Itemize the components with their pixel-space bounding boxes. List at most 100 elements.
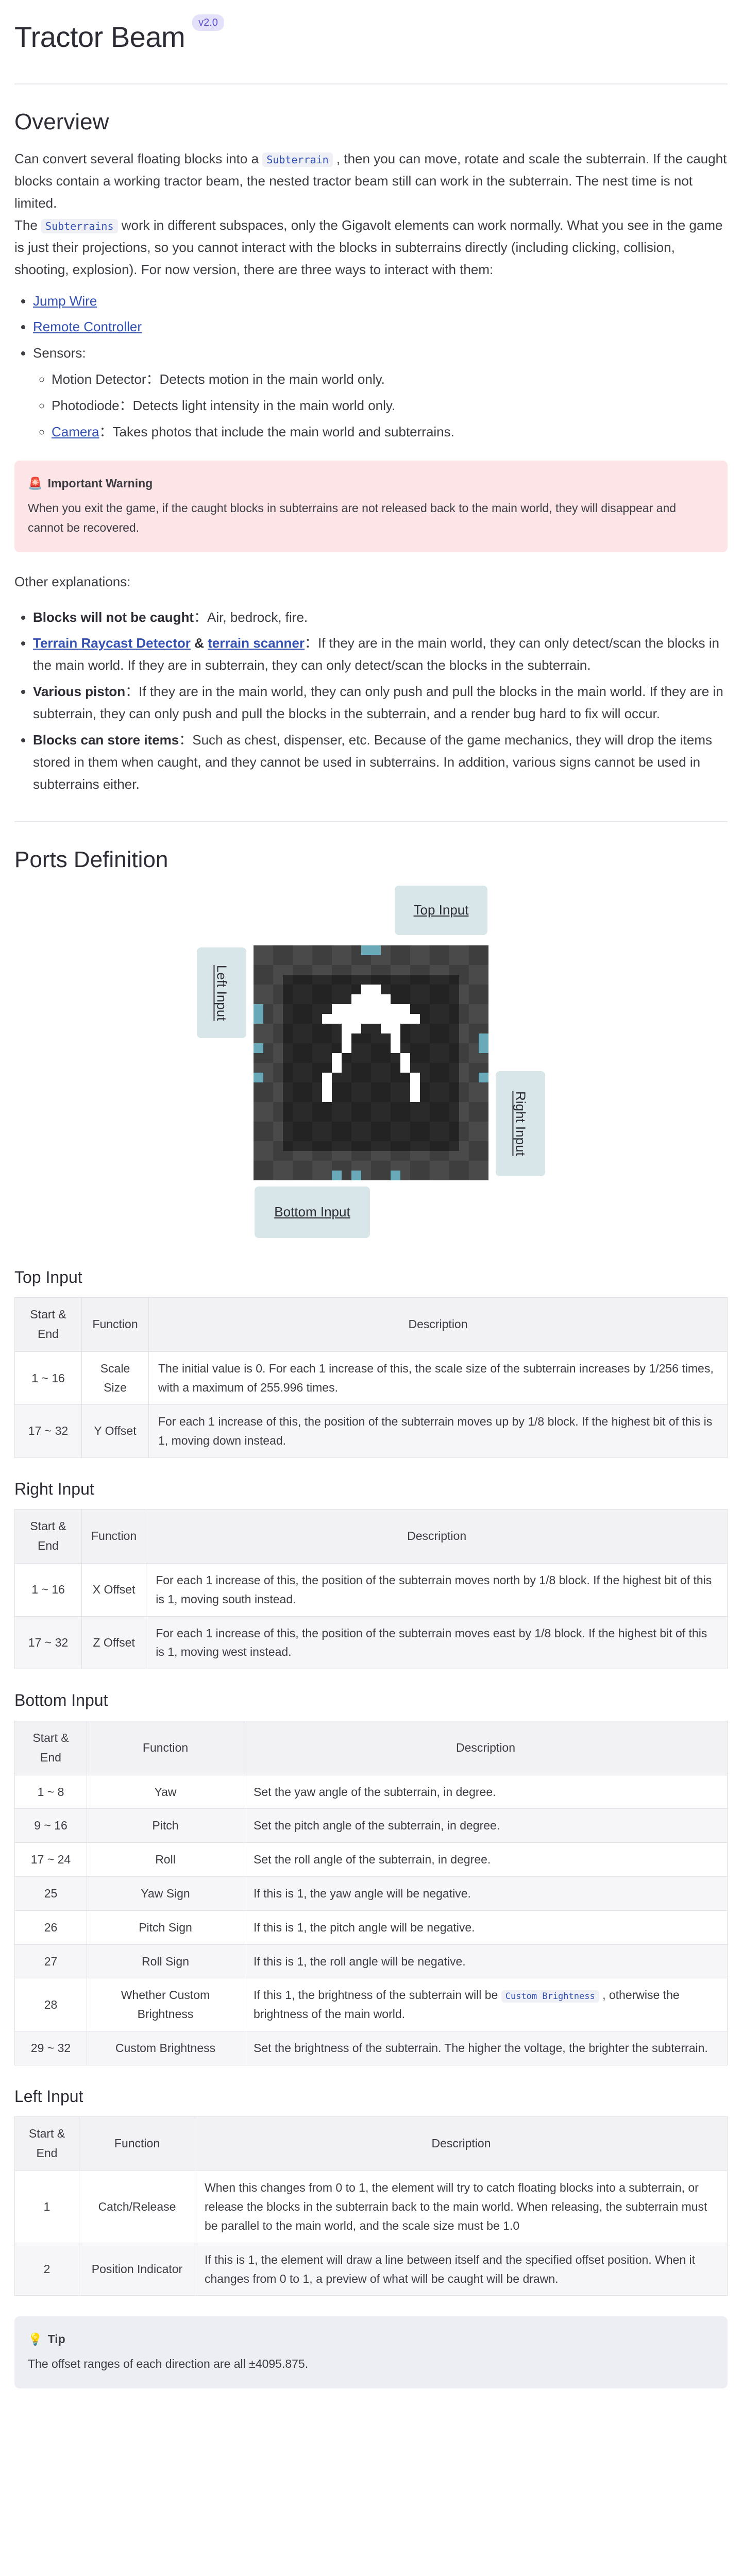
bottom-input-text: Bottom Input	[274, 1204, 350, 1220]
title-row: Tractor Beam v2.0	[14, 0, 728, 61]
table-row: 17 ~ 24 Roll Set the roll angle of the s…	[14, 1842, 728, 1877]
page-title: Tractor Beam	[14, 21, 185, 54]
list-item: Motion Detector：Detects motion in the ma…	[52, 368, 728, 391]
right-input-heading: Right Input	[14, 1479, 94, 1498]
tip-title-text: Tip	[47, 2332, 65, 2346]
ports-diagram: Top Input Left Input Right Input Bottom …	[0, 885, 742, 1257]
version-badge: v2.0	[192, 14, 224, 31]
col-start-end: Start & End	[14, 1297, 82, 1352]
cell-range: 29 ~ 32	[14, 2031, 87, 2065]
cell-description: Set the pitch angle of the subterrain, i…	[244, 1808, 728, 1843]
list-item: Various piston：If they are in the main w…	[33, 681, 728, 725]
cell-function: Position Indicator	[79, 2242, 195, 2296]
cell-description: For each 1 increase of this, the positio…	[148, 1404, 728, 1458]
top-input-heading: Top Input	[14, 1267, 82, 1286]
cell-range: 1 ~ 16	[14, 1563, 82, 1617]
sensor-list: Motion Detector：Detects motion in the ma…	[52, 368, 728, 443]
terrain-scanner-link[interactable]: terrain scanner	[208, 635, 305, 651]
text: The	[14, 217, 38, 233]
table-row: 29 ~ 32 Custom Brightness Set the bright…	[14, 2031, 728, 2065]
col-start-end: Start & End	[14, 1720, 87, 1775]
text: &	[190, 635, 208, 651]
top-input-text: Top Input	[413, 902, 469, 918]
list-item: Remote Controller	[33, 316, 728, 338]
overview-section: Overview Can convert several floating bl…	[14, 107, 728, 795]
cell-description: If this is 1, the roll angle will be neg…	[244, 1944, 728, 1979]
table-row: 1 ~ 16 X Offset For each 1 increase of t…	[14, 1563, 728, 1617]
list-item: Blocks can store items：Such as chest, di…	[33, 729, 728, 795]
tractor-beam-icon	[254, 945, 488, 1180]
table-row: 1 ~ 8 Yaw Set the yaw angle of the subte…	[14, 1774, 728, 1809]
other-heading: Other explanations:	[14, 573, 131, 589]
top-input-label[interactable]: Top Input	[395, 885, 487, 935]
text: ：Takes photos that include the main worl…	[99, 423, 454, 439]
cell-range: 28	[14, 1978, 87, 2032]
tip-title: 💡 Tip	[28, 2330, 714, 2349]
warning-title-text: Important Warning	[47, 476, 153, 490]
col-start-end: Start & End	[14, 1509, 82, 1564]
left-input-label[interactable]: Left Input	[197, 947, 246, 1038]
inline-code: Custom Brightness	[501, 1990, 599, 2003]
table-row: 1 ~ 16 Scale Size The initial value is 0…	[14, 1351, 728, 1405]
bottom-input-label[interactable]: Bottom Input	[255, 1186, 370, 1238]
cell-range: 26	[14, 1910, 87, 1945]
cell-function: Catch/Release	[79, 2171, 195, 2243]
cell-function: Custom Brightness	[87, 2031, 244, 2065]
jump-wire-link[interactable]: Jump Wire	[33, 293, 97, 309]
tip-callout: 💡 Tip The offset ranges of each directio…	[14, 2316, 728, 2389]
cell-function: Yaw	[87, 1774, 244, 1809]
cell-description: Set the roll angle of the subterrain, in…	[244, 1842, 728, 1877]
bold-term: Blocks will not be caught	[33, 609, 194, 625]
overview-paragraph-2: The Subterrains work in different subspa…	[14, 214, 728, 281]
remote-controller-link[interactable]: Remote Controller	[33, 319, 142, 334]
terrain-raycast-detector-link[interactable]: Terrain Raycast Detector	[33, 635, 191, 651]
cell-range: 1	[14, 2171, 79, 2243]
cell-description: If this 1, the brightness of the subterr…	[244, 1978, 728, 2032]
cell-range: 25	[14, 1876, 87, 1911]
text: ：If they are in the main world, they can…	[33, 684, 723, 722]
list-item: Terrain Raycast Detector & terrain scann…	[33, 632, 728, 676]
inline-code: Subterrain	[262, 152, 333, 167]
cell-description: For each 1 increase of this, the positio…	[146, 1563, 728, 1617]
cell-function: Roll Sign	[87, 1944, 244, 1979]
cell-function: Z Offset	[81, 1616, 147, 1670]
table-row: 28 Whether Custom Brightness If this 1, …	[14, 1978, 728, 2032]
right-input-label[interactable]: Right Input	[496, 1071, 545, 1176]
col-function: Function	[81, 1509, 147, 1564]
overview-paragraph-1: Can convert several floating blocks into…	[14, 148, 728, 214]
col-function: Function	[87, 1720, 244, 1775]
camera-link[interactable]: Camera	[52, 424, 99, 439]
siren-icon: 🚨	[28, 476, 43, 490]
ports-heading: Ports Definition	[14, 846, 168, 872]
text: work in different subspaces, only the Gi…	[14, 217, 723, 277]
divider	[14, 821, 728, 822]
ports-section: Ports Definition Top Input Left Input Ri…	[14, 845, 728, 1257]
bold-term: Various piston	[33, 684, 126, 700]
table-row: 1 Catch/Release When this changes from 0…	[14, 2171, 728, 2243]
bottom-input-table: Start & End Function Description 1 ~ 8 Y…	[14, 1720, 728, 2065]
right-input-table: Start & End Function Description 1 ~ 16 …	[14, 1509, 728, 1670]
bold-term: Blocks can store items	[33, 732, 179, 748]
table-row: 25 Yaw Sign If this is 1, the yaw angle …	[14, 1876, 728, 1911]
cell-description: For each 1 increase of this, the positio…	[146, 1616, 728, 1670]
cell-range: 9 ~ 16	[14, 1808, 87, 1843]
cell-function: Y Offset	[81, 1404, 149, 1458]
cell-function: Scale Size	[81, 1351, 149, 1405]
cell-function: Roll	[87, 1842, 244, 1877]
cell-range: 17 ~ 24	[14, 1842, 87, 1877]
explanation-list: Blocks will not be caught：Air, bedrock, …	[33, 606, 728, 795]
list-item: Blocks will not be caught：Air, bedrock, …	[33, 606, 728, 629]
sensors-label: Sensors:	[33, 345, 86, 361]
cell-description: When this changes from 0 to 1, the eleme…	[195, 2171, 728, 2243]
list-item: Jump Wire	[33, 290, 728, 312]
left-input-heading: Left Input	[14, 2087, 83, 2106]
right-input-text: Right Input	[513, 1091, 529, 1156]
col-description: Description	[146, 1509, 728, 1564]
col-description: Description	[195, 2116, 728, 2172]
cell-range: 27	[14, 1944, 87, 1979]
left-input-text: Left Input	[214, 964, 230, 1021]
cell-range: 1 ~ 8	[14, 1774, 87, 1809]
col-function: Function	[81, 1297, 149, 1352]
cell-function: Yaw Sign	[87, 1876, 244, 1911]
cell-range: 1 ~ 16	[14, 1351, 82, 1405]
